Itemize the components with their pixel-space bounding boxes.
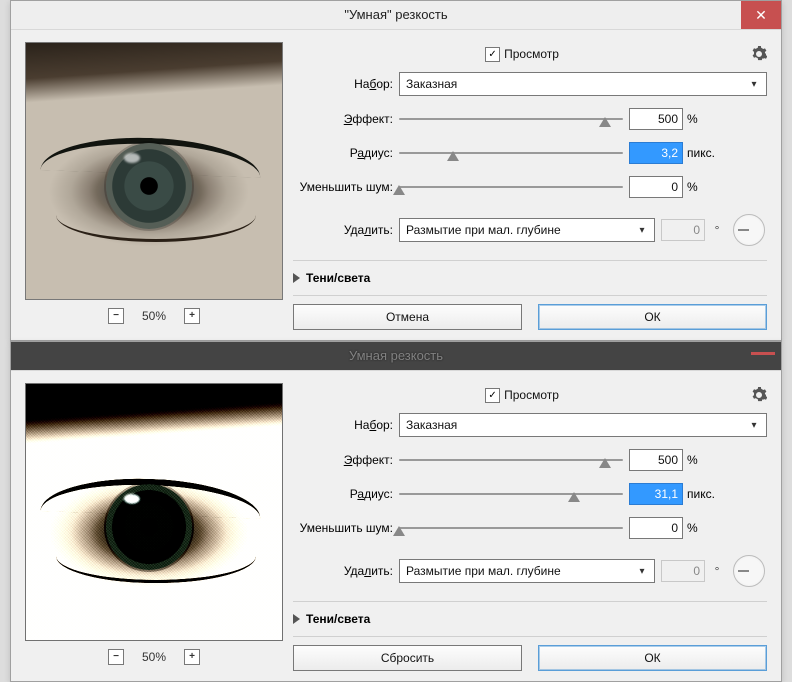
- preview-checkbox-label: Просмотр: [504, 388, 559, 402]
- angle-input[interactable]: 0: [661, 560, 705, 582]
- radius-slider[interactable]: [399, 485, 623, 503]
- preset-select[interactable]: Заказная ▾: [399, 72, 767, 96]
- titlebar: "Умная" резкость ✕: [11, 1, 781, 30]
- preview-image[interactable]: [25, 383, 283, 641]
- zoom-level: 50%: [142, 309, 166, 323]
- disclosure-triangle-icon: [293, 273, 300, 283]
- radius-unit: пикс.: [687, 146, 727, 160]
- section-title: Тени/света: [306, 612, 370, 626]
- checkbox-icon: ✓: [485, 388, 500, 403]
- chevron-down-icon: ▾: [634, 566, 650, 577]
- close-button[interactable]: ✕: [741, 1, 781, 29]
- divider: [293, 636, 767, 637]
- checkbox-icon: ✓: [485, 47, 500, 62]
- title: "Умная" резкость: [344, 7, 447, 22]
- preset-label: Набор:: [293, 418, 393, 432]
- zoom-bar: − 50% +: [108, 649, 200, 665]
- left-button[interactable]: Отмена: [293, 304, 522, 330]
- noise-input[interactable]: 0: [629, 517, 683, 539]
- noise-slider[interactable]: [399, 519, 623, 537]
- remove-label: Удалить:: [293, 223, 393, 237]
- titlebar: Умная резкость: [11, 342, 781, 371]
- remove-select[interactable]: Размытие при мал. глубине ▾: [399, 218, 655, 242]
- amount-input[interactable]: 500: [629, 449, 683, 471]
- shadows-highlights-header[interactable]: Тени/света: [293, 612, 767, 626]
- radius-label: Радиус:: [293, 487, 393, 501]
- zoom-level: 50%: [142, 650, 166, 664]
- preview-image[interactable]: [25, 42, 283, 300]
- amount-slider[interactable]: [399, 451, 623, 469]
- amount-unit: %: [687, 112, 727, 126]
- title: Умная резкость: [349, 348, 443, 363]
- remove-value: Размытие при мал. глубине: [406, 223, 561, 237]
- smart-sharpen-dialog: Умная резкость − 50% +: [10, 341, 782, 682]
- close-icon[interactable]: [751, 346, 775, 355]
- zoom-out-button[interactable]: −: [108, 308, 124, 324]
- divider: [293, 295, 767, 296]
- angle-input[interactable]: 0: [661, 219, 705, 241]
- preset-value: Заказная: [406, 77, 457, 91]
- disclosure-triangle-icon: [293, 614, 300, 624]
- degree-unit: °: [707, 223, 727, 237]
- left-button[interactable]: Сбросить: [293, 645, 522, 671]
- gear-icon[interactable]: [751, 387, 767, 403]
- zoom-in-button[interactable]: +: [184, 308, 200, 324]
- radius-slider[interactable]: [399, 144, 623, 162]
- remove-select[interactable]: Размытие при мал. глубине ▾: [399, 559, 655, 583]
- radius-input[interactable]: 31,1: [629, 483, 683, 505]
- shadows-highlights-header[interactable]: Тени/света: [293, 271, 767, 285]
- noise-unit: %: [687, 180, 727, 194]
- preview-checkbox-label: Просмотр: [504, 47, 559, 61]
- amount-label: Эффект:: [293, 112, 393, 126]
- chevron-down-icon: ▾: [634, 225, 650, 236]
- preview-checkbox[interactable]: ✓ Просмотр: [485, 47, 559, 62]
- ok-button[interactable]: ОК: [538, 645, 767, 671]
- zoom-bar: − 50% +: [108, 308, 200, 324]
- degree-unit: °: [707, 564, 727, 578]
- amount-unit: %: [687, 453, 727, 467]
- amount-input[interactable]: 500: [629, 108, 683, 130]
- remove-value: Размытие при мал. глубине: [406, 564, 561, 578]
- remove-label: Удалить:: [293, 564, 393, 578]
- divider: [293, 260, 767, 261]
- zoom-out-button[interactable]: −: [108, 649, 124, 665]
- section-title: Тени/света: [306, 271, 370, 285]
- smart-sharpen-dialog: "Умная" резкость ✕ − 50% +: [10, 0, 782, 341]
- preset-label: Набор:: [293, 77, 393, 91]
- amount-slider[interactable]: [399, 110, 623, 128]
- noise-label: Уменьшить шум:: [293, 521, 393, 535]
- noise-input[interactable]: 0: [629, 176, 683, 198]
- gear-icon[interactable]: [751, 46, 767, 62]
- radius-input[interactable]: 3,2: [629, 142, 683, 164]
- noise-unit: %: [687, 521, 727, 535]
- ok-button[interactable]: ОК: [538, 304, 767, 330]
- amount-label: Эффект:: [293, 453, 393, 467]
- angle-dial[interactable]: [733, 555, 765, 587]
- chevron-down-icon: ▾: [746, 79, 762, 90]
- chevron-down-icon: ▾: [746, 420, 762, 431]
- preview-checkbox[interactable]: ✓ Просмотр: [485, 388, 559, 403]
- zoom-in-button[interactable]: +: [184, 649, 200, 665]
- noise-slider[interactable]: [399, 178, 623, 196]
- noise-label: Уменьшить шум:: [293, 180, 393, 194]
- angle-dial[interactable]: [733, 214, 765, 246]
- preset-select[interactable]: Заказная ▾: [399, 413, 767, 437]
- divider: [293, 601, 767, 602]
- preset-value: Заказная: [406, 418, 457, 432]
- radius-unit: пикс.: [687, 487, 727, 501]
- radius-label: Радиус:: [293, 146, 393, 160]
